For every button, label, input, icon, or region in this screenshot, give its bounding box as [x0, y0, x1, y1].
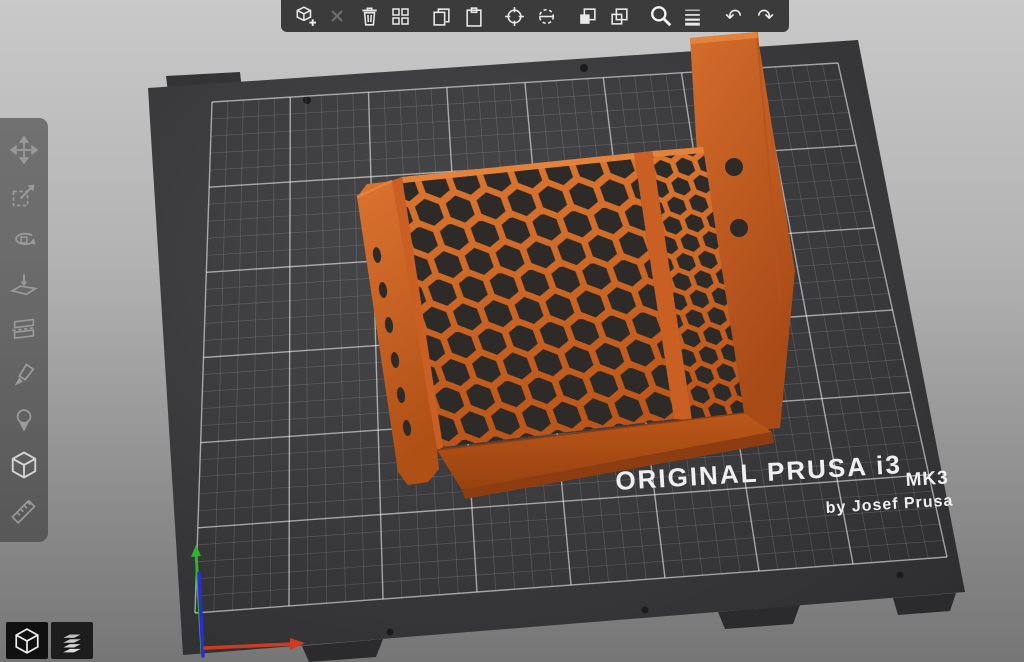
editor-cube-icon	[13, 627, 41, 655]
move-icon	[10, 136, 38, 164]
remove-instance-button[interactable]	[606, 3, 633, 30]
brush-icon	[10, 361, 38, 389]
layers-stack-icon	[57, 627, 87, 655]
arrange-button[interactable]	[387, 3, 414, 30]
dashed-circle-icon	[536, 6, 557, 27]
cut-icon	[10, 316, 38, 344]
crosshair-icon	[504, 6, 525, 27]
seam-tool-button[interactable]	[7, 404, 41, 436]
undo-button[interactable]: ↶	[720, 3, 747, 30]
scene-canvas[interactable]: ORIGINAL PRUSA i3 MK3 by Josef Prusa	[0, 0, 1024, 662]
plate-hole	[730, 219, 748, 237]
remove-object-button[interactable]	[323, 3, 350, 30]
redo-button[interactable]: ↷	[752, 3, 779, 30]
trash-icon	[358, 5, 380, 27]
delete-all-button[interactable]	[355, 3, 382, 30]
paint-supports-tool-button[interactable]	[7, 359, 41, 391]
cut-tool-button[interactable]	[7, 314, 41, 346]
outline-squares-icon	[609, 6, 630, 27]
ruler-icon	[10, 496, 38, 524]
undo-icon: ↶	[725, 6, 742, 26]
editor-3d-view-button[interactable]	[6, 622, 48, 659]
measure-tool-button[interactable]	[7, 494, 41, 526]
split-to-parts-button[interactable]	[533, 3, 560, 30]
stacked-squares-icon	[577, 6, 598, 27]
left-toolbar	[0, 118, 48, 542]
variable-layer-height-button[interactable]	[679, 3, 706, 30]
arrange-grid-icon	[390, 6, 411, 27]
slicer-3d-viewport[interactable]: ORIGINAL PRUSA i3 MK3 by Josef Prusa	[0, 0, 1024, 662]
seam-pin-icon	[10, 406, 38, 434]
add-instance-button[interactable]	[574, 3, 601, 30]
redo-icon: ↷	[757, 6, 774, 26]
add-object-button[interactable]	[291, 3, 318, 30]
honeycomb-panel	[402, 153, 674, 447]
paste-icon	[463, 6, 484, 27]
paste-button[interactable]	[460, 3, 487, 30]
search-button[interactable]	[647, 3, 674, 30]
scale-icon	[10, 181, 38, 209]
copy-button[interactable]	[428, 3, 455, 30]
solid-cube-tool-button[interactable]	[7, 449, 41, 481]
plate-hole	[725, 158, 743, 176]
cube-icon	[9, 450, 39, 480]
search-icon	[649, 4, 673, 28]
place-on-face-tool-button[interactable]	[7, 269, 41, 301]
layer-lines-icon	[682, 6, 703, 27]
split-to-objects-button[interactable]	[501, 3, 528, 30]
view-toggle	[6, 622, 93, 659]
scale-tool-button[interactable]	[7, 179, 41, 211]
rotate-icon	[10, 226, 38, 254]
move-tool-button[interactable]	[7, 134, 41, 166]
rotate-tool-button[interactable]	[7, 224, 41, 256]
bed-variant-text: MK3	[905, 467, 949, 491]
top-toolbar: ↶ ↷	[281, 0, 789, 32]
remove-object-icon	[327, 6, 347, 26]
copy-icon	[431, 6, 452, 27]
place-on-face-icon	[10, 271, 38, 299]
layers-preview-view-button[interactable]	[51, 622, 93, 659]
add-object-icon	[294, 5, 316, 27]
